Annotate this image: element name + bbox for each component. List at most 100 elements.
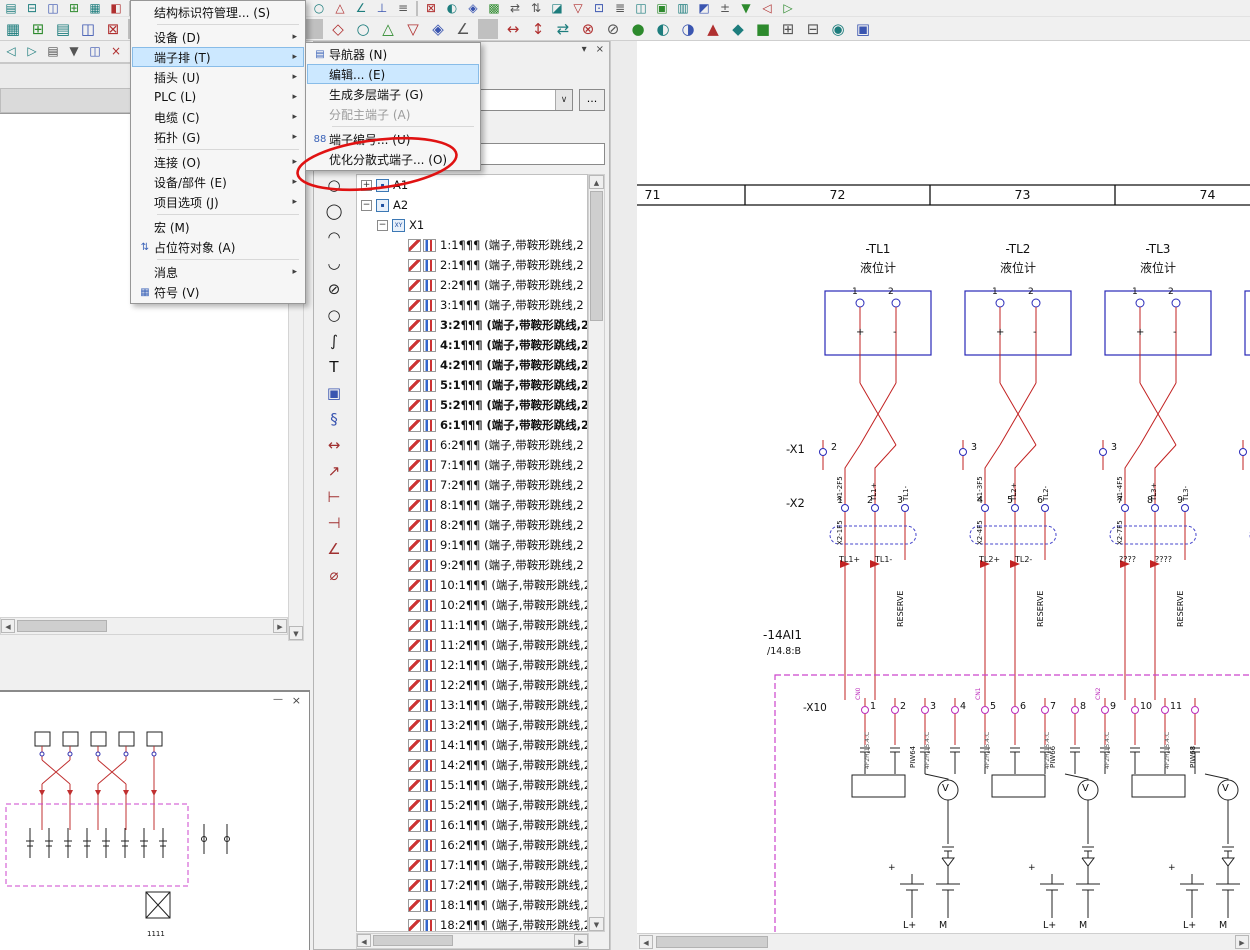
- tree-item[interactable]: 4:2¶¶¶ (端子,带鞍形跳线,2: [357, 355, 587, 375]
- tree-item[interactable]: 13:2¶¶¶ (端子,带鞍形跳线,2: [357, 715, 587, 735]
- smi-generate-multilevel-terminals[interactable]: 生成多层端子 (G): [307, 84, 479, 104]
- icon-dim-diameter[interactable]: ⌀: [323, 564, 345, 586]
- icon-node[interactable]: ●: [628, 19, 648, 39]
- icon-arrow-tool[interactable]: ▲: [703, 19, 723, 39]
- icon-insert-macro[interactable]: ▤: [53, 19, 73, 39]
- scroll-right-button[interactable]: ▶: [1235, 935, 1249, 949]
- icon-prev-page[interactable]: ◁: [3, 43, 19, 59]
- scroll-right-button[interactable]: ▶: [574, 934, 588, 947]
- tree-vscrollbar[interactable]: ▲ ▼: [588, 174, 605, 932]
- mi-devices[interactable]: 设备 (D) ▸: [132, 27, 304, 47]
- icon-close-small[interactable]: ×: [108, 43, 124, 59]
- icon-properties[interactable]: ◈: [465, 0, 481, 16]
- tree-item[interactable]: 11:1¶¶¶ (端子,带鞍形跳线,2: [357, 615, 587, 635]
- tree-item[interactable]: 6:2¶¶¶ (端子,带鞍形跳线,2: [357, 435, 587, 455]
- tree-item[interactable]: 5:1¶¶¶ (端子,带鞍形跳线,2: [357, 375, 587, 395]
- icon-swap[interactable]: ⇄: [507, 0, 523, 16]
- scroll-thumb[interactable]: [590, 191, 603, 321]
- tree-item[interactable]: 5:2¶¶¶ (端子,带鞍形跳线,2: [357, 395, 587, 415]
- icon-back[interactable]: ◁: [759, 0, 775, 16]
- tree-item[interactable]: 12:2¶¶¶ (端子,带鞍形跳线,2: [357, 675, 587, 695]
- icon-table[interactable]: ≣: [612, 0, 628, 16]
- scroll-thumb[interactable]: [656, 936, 768, 948]
- icon-distributor[interactable]: ◈: [428, 19, 448, 39]
- toolbar-icon[interactable]: [416, 1, 418, 16]
- icon-spline[interactable]: ∫: [323, 330, 345, 352]
- icon-page[interactable]: ▤: [3, 0, 19, 16]
- icon-angle[interactable]: ∠: [353, 0, 369, 16]
- smi-edit[interactable]: 编辑... (E): [307, 64, 479, 84]
- tree-item[interactable]: 16:2¶¶¶ (端子,带鞍形跳线,2: [357, 835, 587, 855]
- icon-hyperlink[interactable]: §: [323, 408, 345, 430]
- tree-item[interactable]: 15:1¶¶¶ (端子,带鞍形跳线,2: [357, 775, 587, 795]
- icon-connect-v[interactable]: ↕: [528, 19, 548, 39]
- icon-dim-angle[interactable]: ∠: [323, 538, 345, 560]
- scroll-left-button[interactable]: ◀: [1, 619, 15, 633]
- mi-plugs[interactable]: 插头 (U) ▸: [132, 67, 304, 87]
- dock-splitter[interactable]: [610, 41, 637, 950]
- mi-structure-identifier-management[interactable]: 结构标识符管理... (S): [132, 2, 304, 22]
- tree-item[interactable]: 13:1¶¶¶ (端子,带鞍形跳线,2: [357, 695, 587, 715]
- icon-insert-window[interactable]: ⊞: [28, 19, 48, 39]
- icon-tolerance[interactable]: ±: [717, 0, 733, 16]
- icon-corner-fill[interactable]: ◩: [696, 0, 712, 16]
- icon-dim-linear[interactable]: ↔: [323, 434, 345, 456]
- tree-item[interactable]: 14:2¶¶¶ (端子,带鞍形跳线,2: [357, 755, 587, 775]
- tree-item[interactable]: 10:2¶¶¶ (端子,带鞍形跳线,2: [357, 595, 587, 615]
- icon-save[interactable]: ◫: [45, 0, 61, 16]
- icon-filter[interactable]: ▽: [570, 0, 586, 16]
- mi-macros[interactable]: 宏 (M): [132, 217, 304, 237]
- tree-item[interactable]: 12:1¶¶¶ (端子,带鞍形跳线,2: [357, 655, 587, 675]
- tree-item[interactable]: 2:1¶¶¶ (端子,带鞍形跳线,2: [357, 255, 587, 275]
- icon-connect-both[interactable]: ⇄: [553, 19, 573, 39]
- icon-arc-2[interactable]: ◡: [323, 252, 345, 274]
- icon-sector[interactable]: ⊘: [323, 278, 345, 300]
- icon-frame[interactable]: ▣: [654, 0, 670, 16]
- icon-corner[interactable]: ∠: [453, 19, 473, 39]
- icon-fill[interactable]: ◪: [549, 0, 565, 16]
- icon-circle-2[interactable]: ○: [323, 304, 345, 326]
- icon-snap[interactable]: ▦: [87, 0, 103, 16]
- scroll-left-button[interactable]: ◀: [357, 934, 371, 947]
- icon-target[interactable]: ⊡: [591, 0, 607, 16]
- tree-item[interactable]: 6:1¶¶¶ (端子,带鞍形跳线,2: [357, 415, 587, 435]
- icon-page-list[interactable]: ▤: [45, 43, 61, 59]
- tree-item[interactable]: 18:2¶¶¶ (端子,带鞍形跳线,2: [357, 915, 587, 932]
- icon-diamond-tool[interactable]: ◆: [728, 19, 748, 39]
- scroll-down-button[interactable]: ▼: [589, 917, 604, 931]
- tree-item[interactable]: 2:2¶¶¶ (端子,带鞍形跳线,2: [357, 275, 587, 295]
- tree-hscrollbar[interactable]: ◀ ▶: [356, 933, 589, 949]
- terminal-tree[interactable]: + ▪ A1 − ▪ A2 − XY: [356, 174, 588, 932]
- scroll-left-button[interactable]: ◀: [639, 935, 653, 949]
- tree-item[interactable]: 18:1¶¶¶ (端子,带鞍形跳线,2: [357, 895, 587, 915]
- tree-item[interactable]: 14:1¶¶¶ (端子,带鞍形跳线,2: [357, 735, 587, 755]
- icon-insert-symbol[interactable]: ▦: [3, 19, 23, 39]
- tree-expander[interactable]: −: [361, 200, 372, 211]
- icon-interruption-point[interactable]: ◇: [328, 19, 348, 39]
- icon-cut[interactable]: ◧: [108, 0, 124, 16]
- chevron-down-icon[interactable]: ∨: [555, 90, 572, 110]
- icon-perpendicular[interactable]: ⊥: [374, 0, 390, 16]
- icon-text[interactable]: T: [323, 356, 345, 378]
- preview-minimize-button[interactable]: —: [273, 694, 283, 705]
- icon-image[interactable]: ▣: [323, 382, 345, 404]
- editor-hscrollbar[interactable]: ◀ ▶: [637, 933, 1250, 950]
- icon-dim-baseline[interactable]: ⊢: [323, 486, 345, 508]
- mi-cables[interactable]: 电缆 (C) ▸: [132, 107, 304, 127]
- icon-half-node[interactable]: ◐: [653, 19, 673, 39]
- tree-item[interactable]: 3:2¶¶¶ (端子,带鞍形跳线,2: [357, 315, 587, 335]
- tree-node-a2[interactable]: − ▪ A2: [357, 195, 587, 215]
- icon-dim-continued[interactable]: ⊣: [323, 512, 345, 534]
- mi-messages[interactable]: 消息 ▸: [132, 262, 304, 282]
- tree-item[interactable]: 1:1¶¶¶ (端子,带鞍形跳线,2: [357, 235, 587, 255]
- icon-add-cell[interactable]: ⊞: [778, 19, 798, 39]
- scroll-up-button[interactable]: ▲: [589, 175, 604, 189]
- tree-item[interactable]: 7:1¶¶¶ (端子,带鞍形跳线,2: [357, 455, 587, 475]
- mi-symbols[interactable]: ▦ 符号 (V): [132, 282, 304, 302]
- browse-button[interactable]: ...: [579, 89, 605, 111]
- mi-connections[interactable]: 连接 (O) ▸: [132, 152, 304, 172]
- schematic-editor-canvas[interactable]: [637, 41, 1250, 933]
- tree-item[interactable]: 9:1¶¶¶ (端子,带鞍形跳线,2: [357, 535, 587, 555]
- icon-square-tool[interactable]: ■: [753, 19, 773, 39]
- icon-open[interactable]: ⊟: [24, 0, 40, 16]
